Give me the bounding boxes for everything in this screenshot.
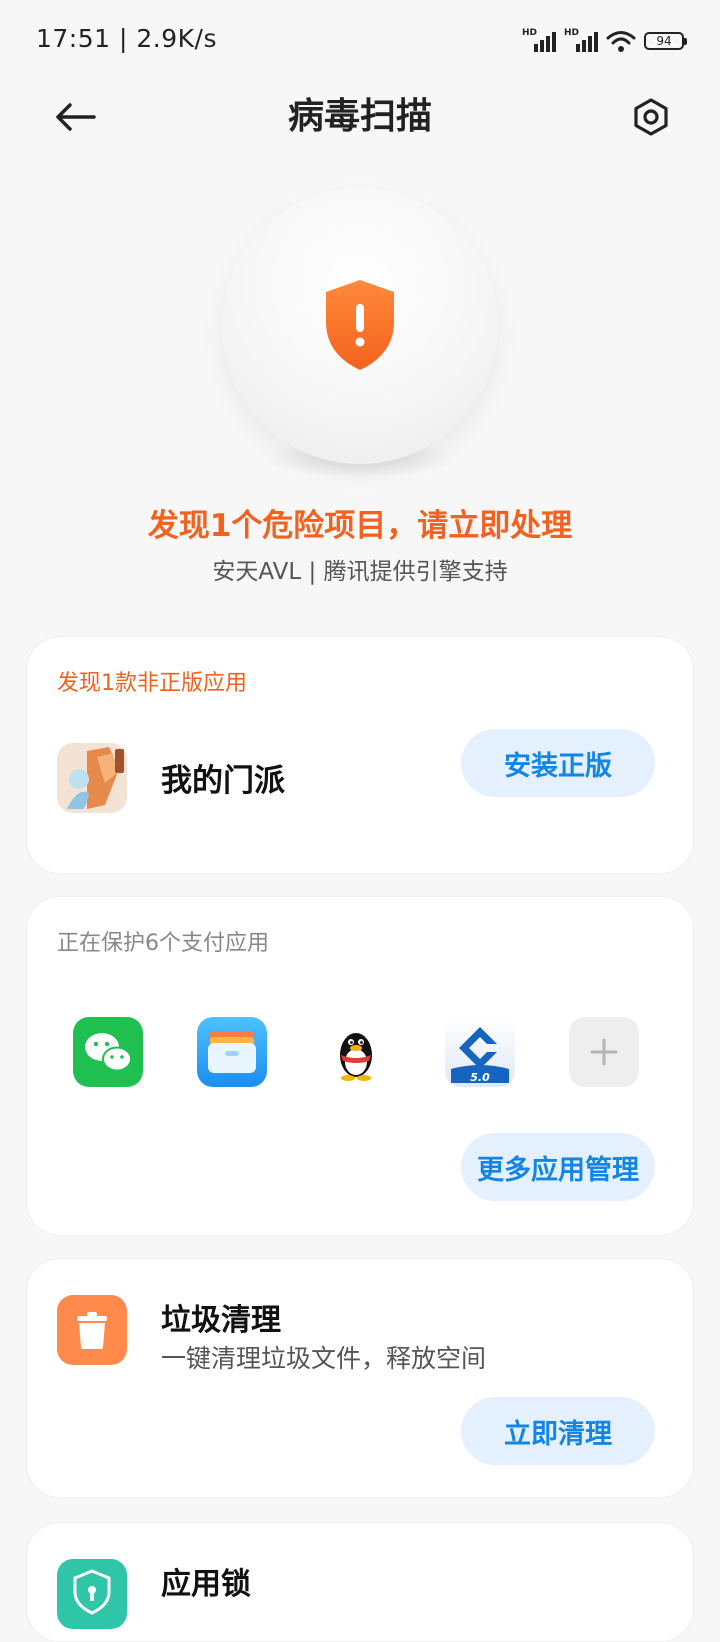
engine-credit: 安天AVL | 腾讯提供引擎支持 [212,559,508,585]
payment-apps-row: 5.0 [73,1017,653,1087]
pirated-heading: 发现1款非正版应用 [57,671,247,696]
signal-icon: HD [522,28,556,54]
wifi-icon [606,31,636,52]
junk-cleaner-subtitle: 一键清理垃圾文件，释放空间 [161,1344,487,1373]
ccb-icon[interactable]: 5.0 [445,1017,515,1087]
app-lock-card[interactable]: 应用锁 [26,1522,694,1642]
status-icons: HD HD 94 [522,26,687,56]
game-app-icon [57,743,127,813]
battery-icon: 94 [644,32,687,50]
gear-icon [634,98,668,136]
pirated-app-card: 发现1款非正版应用 我的门派 安装正版 [26,636,694,874]
qq-icon[interactable] [321,1017,391,1087]
install-genuine-button[interactable]: 安装正版 [461,729,655,797]
junk-cleaner-card: 垃圾清理 一键清理垃圾文件，释放空间 立即清理 [26,1258,694,1498]
app-lock-title: 应用锁 [161,1567,251,1602]
warning-shield-icon [326,280,394,370]
more-app-management-button[interactable]: 更多应用管理 [461,1133,655,1201]
payment-heading: 正在保护6个支付应用 [57,931,269,956]
app-lock-icon [57,1559,127,1629]
status-time: 17:51 | 2.9K/s [36,24,217,53]
scan-warning: 发现1个危险项目，请立即处理 [147,508,573,544]
wallet-icon[interactable] [197,1017,267,1087]
trash-icon [57,1295,127,1365]
pirated-app-name: 我的门派 [161,763,285,799]
add-icon[interactable] [569,1017,639,1087]
payment-protection-card: 正在保护6个支付应用 5.0 更多应用管理 [26,896,694,1236]
wechat-icon[interactable] [73,1017,143,1087]
page-title: 病毒扫描 [287,96,432,137]
clean-now-button[interactable]: 立即清理 [461,1397,655,1465]
svg-text:5.0: 5.0 [470,1071,490,1084]
junk-cleaner-title: 垃圾清理 [161,1303,281,1338]
status-bar: 17:51 | 2.9K/s HD HD 94 [0,0,720,84]
signal-icon-2: HD [564,28,598,54]
settings-button[interactable] [626,92,676,142]
